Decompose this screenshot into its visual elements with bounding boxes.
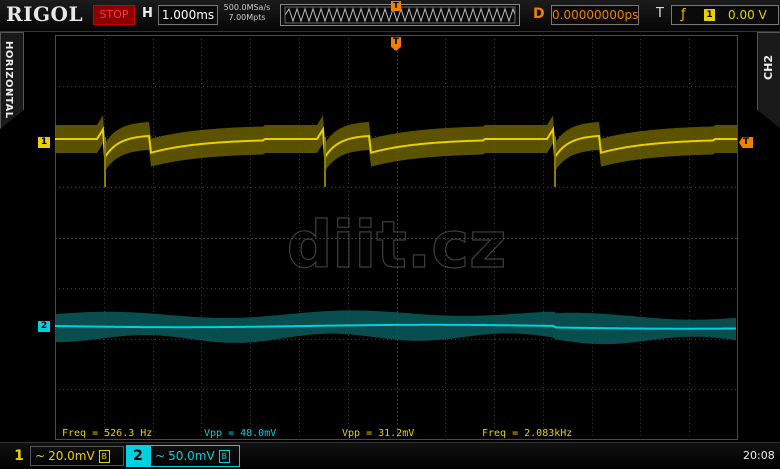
waveform-display[interactable]: diit.cz — [54, 35, 738, 440]
ch1-noise-envelope — [55, 115, 737, 171]
brand-logo: RIGOL — [6, 2, 84, 26]
ch2-scale: 50.0mV — [168, 449, 215, 463]
horizontal-label: H — [142, 6, 153, 21]
trigger-label: T — [656, 6, 664, 21]
measurement-ch2-vpp: Vpp = 48.0mV — [204, 428, 277, 439]
trigger-position-marker: T — [391, 1, 401, 11]
memory-overview-strip: T — [280, 1, 520, 26]
watermark-text: diit.cz — [287, 209, 507, 283]
trigger-settings[interactable]: ƒ 1 0.00 V — [671, 5, 779, 25]
ch2-offset-marker[interactable]: 2 — [38, 321, 50, 332]
acquisition-info: 500.0MSa/s 7.00Mpts — [222, 3, 272, 23]
delay-field[interactable]: 0.00000000ps — [551, 5, 639, 25]
ch1-label[interactable]: 1 — [10, 446, 28, 466]
ch1-scale: 20.0mV — [48, 449, 95, 463]
trigger-level: 0.00 V — [728, 8, 767, 22]
memory-depth: 7.00Mpts — [228, 13, 266, 22]
horizontal-menu-tab[interactable]: HORIZONTAL — [0, 32, 24, 129]
sample-rate: 500.0MSa/s — [223, 3, 271, 12]
ac-coupling-icon: ~ — [35, 449, 46, 463]
ch2-scale-box[interactable]: ~50.0mV B — [150, 445, 240, 467]
ch1-scale-box[interactable]: ~20.0mV B — [30, 446, 124, 466]
ch2-tab-label: CH2 — [762, 55, 775, 80]
delay-label: D — [533, 6, 545, 22]
ch2-label[interactable]: 2 — [126, 445, 150, 467]
timebase-field[interactable]: 1.000ms — [158, 5, 218, 25]
trigger-level-marker[interactable]: T — [739, 137, 753, 148]
waveform-graticule: diit.cz — [54, 35, 738, 440]
measurement-ch2-freq: Freq = 2.083kHz — [482, 428, 573, 439]
bandwidth-limit-icon: B — [218, 450, 230, 463]
ch2-menu-tab[interactable]: CH2 — [757, 32, 780, 129]
status-bar: RIGOL STOP H 1.000ms 500.0MSa/s 7.00Mpts… — [0, 0, 780, 32]
rising-edge-icon: ƒ — [681, 7, 686, 22]
trigger-source: 1 — [704, 9, 715, 21]
run-stop-indicator[interactable]: STOP — [93, 5, 135, 25]
ac-coupling-icon: ~ — [155, 449, 166, 463]
measurement-ch1-vpp: Vpp = 31.2mV — [342, 428, 415, 439]
channel-bar: 1 ~20.0mV B 2 ~50.0mV B 20:08 — [0, 442, 780, 469]
clock: 20:08 — [743, 449, 775, 462]
bandwidth-limit-icon: B — [98, 450, 110, 463]
measurement-ch1-freq: Freq = 526.3 Hz — [62, 428, 153, 439]
horizontal-tab-label: HORIZONTAL — [3, 41, 14, 119]
ch1-offset-marker[interactable]: 1 — [38, 137, 50, 148]
